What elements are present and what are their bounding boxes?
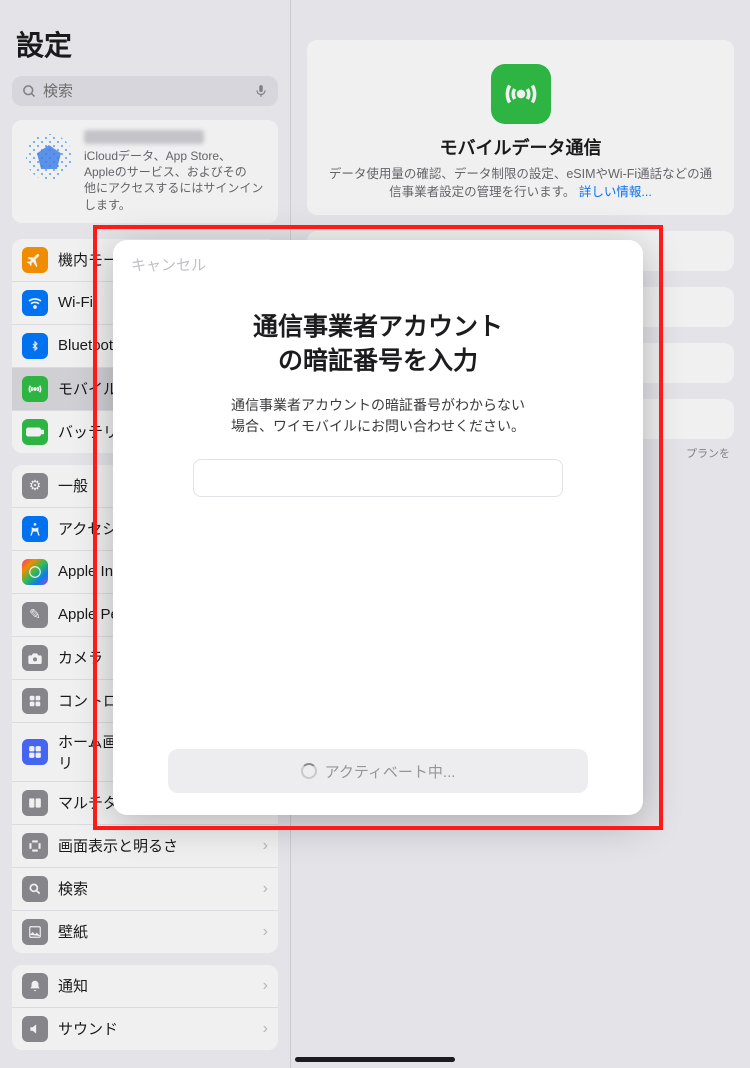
sidebar-item-label: 壁紙 xyxy=(58,921,88,942)
detail-subtitle: データ使用量の確認、データ制限の設定、eSIMやWi-Fi通話などの通信事業者設… xyxy=(323,166,718,201)
apple-id-name-blurred xyxy=(84,130,204,144)
control-center-icon xyxy=(22,688,48,714)
gear-icon: ⚙ xyxy=(22,473,48,499)
sidebar-item-label: カメラ xyxy=(58,647,103,668)
carrier-pin-modal: キャンセル 通信事業者アカウント の暗証番号を入力 通信事業者アカウントの暗証番… xyxy=(113,240,643,815)
pencil-icon: ✎ xyxy=(22,602,48,628)
more-info-link[interactable]: 詳しい情報... xyxy=(579,185,652,199)
search-settings-icon xyxy=(22,876,48,902)
sidebar-item-display[interactable]: 画面表示と明るさ › xyxy=(12,825,278,868)
spinner-icon xyxy=(301,763,317,779)
sidebar-item-label: サウンド xyxy=(58,1018,118,1039)
sidebar-item-label: 一般 xyxy=(58,475,88,496)
chevron-right-icon: › xyxy=(263,1020,268,1038)
home-indicator[interactable] xyxy=(295,1057,455,1062)
modal-subtitle: 通信事業者アカウントの暗証番号がわからない 場合、ワイモバイルにお問い合わせくだ… xyxy=(131,395,625,437)
sidebar-item-label: Wi-Fi xyxy=(58,294,93,311)
apple-id-card[interactable]: iCloudデータ、App Store、 Appleのサービス、およびその 他に… xyxy=(12,120,278,223)
display-icon xyxy=(22,833,48,859)
wifi-icon xyxy=(22,290,48,316)
cancel-button[interactable]: キャンセル xyxy=(131,257,206,274)
camera-icon xyxy=(22,645,48,671)
sidebar-item-search[interactable]: 検索 › xyxy=(12,868,278,911)
sidebar-item-label: 画面表示と明るさ xyxy=(58,835,178,856)
chevron-right-icon: › xyxy=(263,880,268,898)
accessibility-icon xyxy=(22,516,48,542)
bell-icon xyxy=(22,973,48,999)
mic-icon[interactable] xyxy=(254,82,268,100)
modal-title: 通信事業者アカウント の暗証番号を入力 xyxy=(131,311,625,379)
bluetooth-icon xyxy=(22,333,48,359)
carrier-pin-input[interactable] xyxy=(193,459,563,497)
sidebar-item-wallpaper[interactable]: 壁紙 › xyxy=(12,911,278,953)
ai-icon xyxy=(22,559,48,585)
cellular-hero-icon xyxy=(491,64,551,124)
sidebar-item-label: Bluetooth xyxy=(58,337,121,354)
activate-button[interactable]: アクティベート中... xyxy=(168,749,588,793)
activate-button-label: アクティベート中... xyxy=(325,761,456,782)
menu-group-notifications: 通知 › サウンド › xyxy=(12,965,278,1050)
wallpaper-icon xyxy=(22,919,48,945)
apple-id-avatar-icon xyxy=(22,130,76,184)
detail-title: モバイルデータ通信 xyxy=(323,134,718,160)
search-input[interactable] xyxy=(43,83,254,100)
airplane-icon xyxy=(22,247,48,273)
sidebar-item-notifications[interactable]: 通知 › xyxy=(12,965,278,1008)
sidebar-item-label: 検索 xyxy=(58,878,88,899)
cellular-hero-card: モバイルデータ通信 データ使用量の確認、データ制限の設定、eSIMやWi-Fi通… xyxy=(307,40,734,215)
chevron-right-icon: › xyxy=(263,923,268,941)
chevron-right-icon: › xyxy=(263,977,268,995)
sound-icon xyxy=(22,1016,48,1042)
antenna-icon xyxy=(22,376,48,402)
page-title: 設定 xyxy=(8,8,282,72)
search-input-wrap[interactable] xyxy=(12,76,278,106)
multitask-icon xyxy=(22,790,48,816)
sidebar-item-sound[interactable]: サウンド › xyxy=(12,1008,278,1050)
search-icon xyxy=(22,84,37,99)
chevron-right-icon: › xyxy=(263,837,268,855)
battery-icon xyxy=(22,419,48,445)
home-grid-icon xyxy=(22,739,48,765)
apple-id-text: iCloudデータ、App Store、 Appleのサービス、およびその 他に… xyxy=(84,130,263,213)
sidebar-item-label: 通知 xyxy=(58,975,88,996)
